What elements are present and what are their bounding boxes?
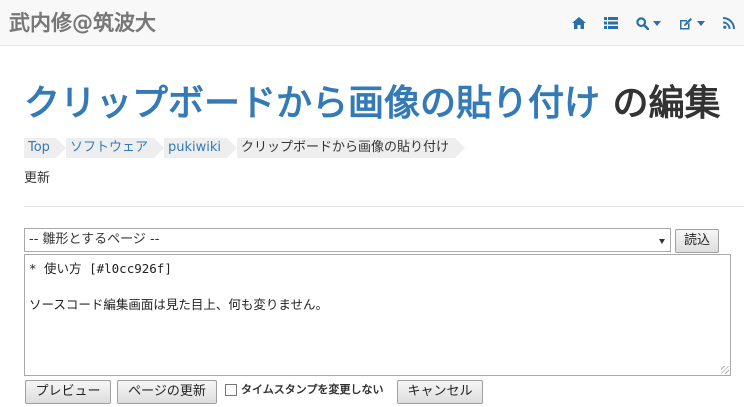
chevron-down-icon — [653, 20, 661, 26]
chevron-down-icon — [659, 239, 665, 244]
nav-icons — [563, 0, 744, 46]
template-select[interactable]: -- 雛形とするページ -- — [24, 228, 671, 252]
load-button[interactable]: 読込 — [675, 229, 719, 253]
breadcrumb-item-software[interactable]: ソフトウェア — [65, 138, 164, 158]
cancel-button[interactable]: キャンセル — [397, 380, 483, 404]
page-title-suffix: の編集 — [600, 83, 721, 124]
timestamp-checkbox[interactable] — [225, 384, 237, 396]
nav-rss[interactable] — [714, 0, 744, 46]
update-link[interactable]: 更新 — [24, 167, 50, 186]
breadcrumb-item-pukiwiki[interactable]: pukiwiki — [163, 138, 237, 158]
divider — [24, 206, 744, 207]
home-icon — [572, 17, 586, 29]
breadcrumb-item-current: クリップボードから画像の貼り付け — [236, 138, 466, 158]
list-icon — [604, 17, 618, 29]
edit-icon — [680, 17, 692, 29]
search-icon — [636, 16, 649, 30]
timestamp-checkbox-label[interactable]: タイムスタンプを変更しない — [241, 382, 383, 398]
breadcrumb-link[interactable]: pukiwiki — [168, 140, 221, 155]
breadcrumb: Top ソフトウェア pukiwiki クリップボードから画像の貼り付け — [24, 138, 466, 158]
template-select-value: -- 雛形とするページ -- — [29, 232, 160, 247]
breadcrumb-link[interactable]: Top — [28, 140, 50, 155]
site-brand[interactable]: 武内修@筑波大 — [9, 7, 156, 37]
update-page-button[interactable]: ページの更新 — [117, 380, 217, 404]
breadcrumb-item-top[interactable]: Top — [24, 138, 66, 158]
source-textarea[interactable]: * 使い方 [#l0cc926f] ソースコード編集画面は見た目上、何も変りませ… — [24, 254, 731, 376]
resize-grip-icon[interactable] — [721, 366, 729, 374]
nav-home[interactable] — [563, 0, 595, 46]
page-title-link[interactable]: クリップボードから画像の貼り付け — [24, 83, 600, 124]
breadcrumb-link[interactable]: ソフトウェア — [70, 140, 148, 155]
nav-search-dropdown[interactable] — [627, 0, 670, 46]
navbar: 武内修@筑波大 — [0, 0, 744, 46]
rss-icon — [723, 17, 735, 29]
chevron-down-icon — [697, 20, 705, 26]
nav-edit-dropdown[interactable] — [670, 0, 714, 46]
page-title: クリップボードから画像の貼り付け の編集 — [24, 78, 721, 130]
preview-button[interactable]: プレビュー — [25, 380, 111, 404]
nav-list[interactable] — [595, 0, 627, 46]
